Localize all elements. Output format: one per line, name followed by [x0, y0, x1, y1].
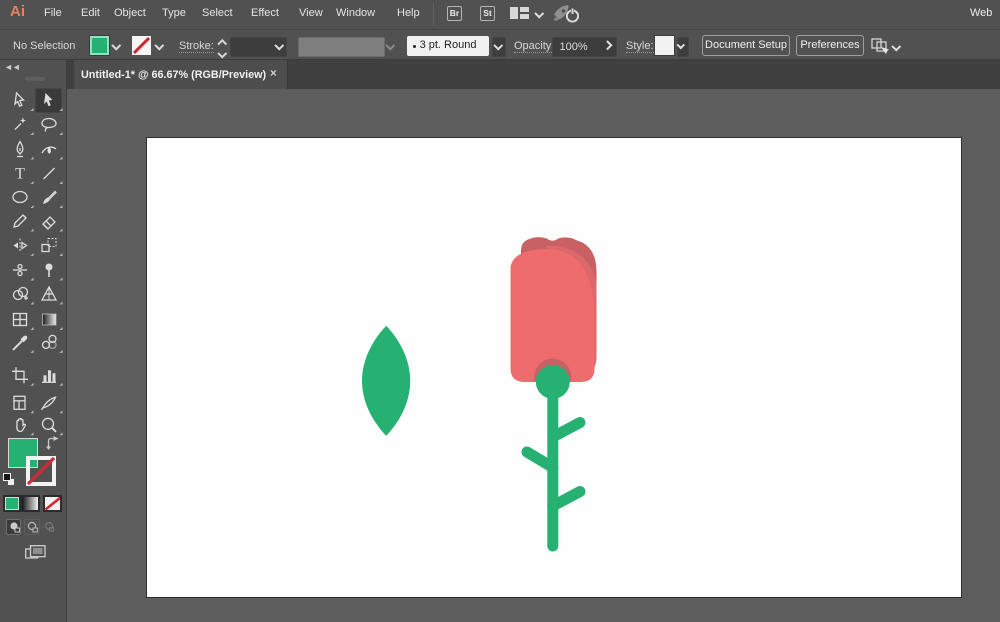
svg-text:T: T — [15, 166, 25, 183]
